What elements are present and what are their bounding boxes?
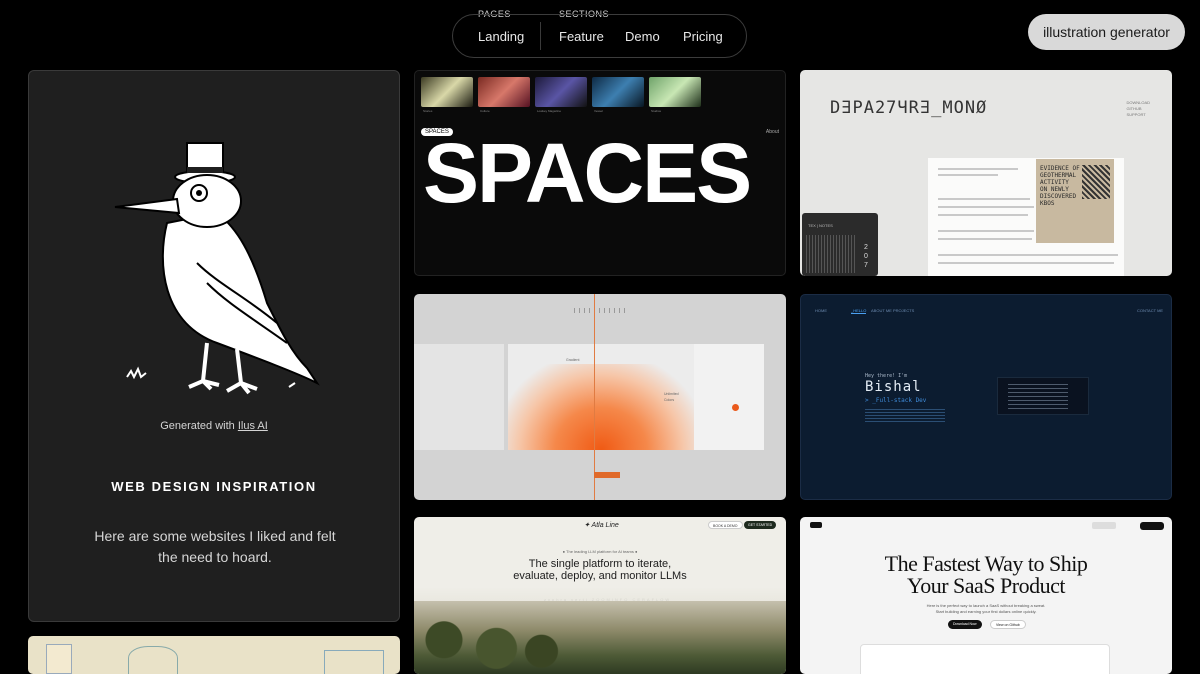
llm-subtitle: ● The leading LLM platform for AI teams … xyxy=(562,549,638,554)
spaces-caption: Studios xyxy=(651,109,662,113)
spaces-image-4 xyxy=(592,77,644,107)
saas-subtitle: Here is the perfect way to launch a SaaS… xyxy=(800,603,1172,615)
thumbnail-bishal-portfolio[interactable]: HOME _HELLO ABOUT ME PROJECTS CONTACT ME… xyxy=(800,294,1172,500)
saas-download-button: Download Now xyxy=(948,620,982,629)
letter-line xyxy=(938,198,1030,200)
letter-line xyxy=(938,254,1118,256)
bishal-nav-item: _HELLO xyxy=(851,308,867,314)
departure-menu-item: SUPPORT xyxy=(1126,112,1146,117)
departure-title: D∃PA27ЧR∃_MONØ xyxy=(830,98,988,118)
device-grid xyxy=(806,235,856,273)
bishal-nav-item: ABOUT ME xyxy=(871,308,892,313)
nav-link-demo[interactable]: Demo xyxy=(625,29,660,44)
letter-line xyxy=(938,206,1034,208)
saas-logo-icon xyxy=(810,522,822,528)
spaces-caption: Culture xyxy=(480,109,490,113)
thumbnail-partial[interactable] xyxy=(28,636,400,674)
gradient-sidebar xyxy=(414,344,504,450)
code-window-lines xyxy=(1008,384,1068,410)
saas-github-button: View on Github xyxy=(990,620,1026,629)
bishal-nav-item: HOME xyxy=(815,308,827,313)
bishal-name: Bishal xyxy=(865,379,922,395)
letter-line xyxy=(938,230,1034,232)
letter-line xyxy=(938,214,1028,216)
orange-gradient xyxy=(508,364,694,450)
gradient-label: Colors xyxy=(664,398,675,402)
thumbnail-departure-mono[interactable]: D∃PA27ЧR∃_MONØ DOWNLOAD GITHUB SUPPORT E… xyxy=(800,70,1172,276)
llm-logo: ✦ Atla Line xyxy=(584,522,619,529)
partial-illustration xyxy=(46,644,72,674)
saas-nav-pill xyxy=(1092,522,1116,529)
orange-guide-line xyxy=(594,294,595,500)
generated-credit: Generated with Ilus AI xyxy=(29,420,399,432)
hero-card: Generated with Ilus AI WEB DESIGN INSPIR… xyxy=(28,70,400,622)
spaces-image-5 xyxy=(649,77,701,107)
bishal-code-window xyxy=(997,377,1089,415)
nav-divider xyxy=(540,22,541,50)
bishal-nav-item: CONTACT ME xyxy=(1137,308,1164,313)
llm-title: The single platform to iterate, evaluate… xyxy=(414,558,786,582)
hero-description: Here are some websites I liked and felt … xyxy=(94,528,336,565)
llm-title-line: The single platform to iterate, xyxy=(528,558,672,570)
spaces-about: About xyxy=(765,129,779,135)
gradient-inspector xyxy=(694,344,764,450)
bishal-nav-item: PROJECTS xyxy=(893,308,915,313)
nav-link-feature[interactable]: Feature xyxy=(559,29,604,44)
nav-link-landing[interactable]: Landing xyxy=(478,29,524,44)
orange-button xyxy=(594,472,620,478)
llm-trees xyxy=(414,617,564,674)
spaces-caption: Stories xyxy=(423,109,433,113)
saas-title-line: The Fastest Way to Ship xyxy=(884,551,1088,576)
spaces-image-2 xyxy=(478,77,530,107)
saas-title: The Fastest Way to Ship Your SaaS Produc… xyxy=(800,553,1172,597)
spaces-image-1 xyxy=(421,77,473,107)
partial-flower xyxy=(128,646,178,674)
departure-menu: DOWNLOAD GITHUB SUPPORT xyxy=(1126,100,1150,118)
letter-line xyxy=(938,168,1018,170)
departure-note: EVIDENCE OF GEOTHERMAL ACTIVITY ON NEWLY… xyxy=(1036,159,1114,243)
nav-link-pricing[interactable]: Pricing xyxy=(683,29,723,44)
saas-preview-frame xyxy=(860,644,1110,674)
bishal-code-lines xyxy=(865,409,945,423)
ilus-ai-link[interactable]: Ilus AI xyxy=(238,420,268,432)
ruler-ticks xyxy=(574,308,626,313)
thumbnail-llm-platform[interactable]: ✦ Atla Line BOOK A DEMO GET STARTED ● Th… xyxy=(414,517,786,674)
qr-code-icon xyxy=(1082,165,1110,199)
letter-line xyxy=(938,174,998,176)
saas-subtitle-line: Start building and earning your first do… xyxy=(935,609,1037,614)
bishal-role: > _Full-stack Dev xyxy=(865,397,927,404)
spaces-caption: Lowkey Magazine xyxy=(537,109,562,113)
device-label: TEX | NOTES xyxy=(808,223,833,228)
saas-nav-button xyxy=(1140,522,1164,530)
color-picker-dot xyxy=(732,404,739,411)
partial-frame xyxy=(324,650,384,674)
generated-prefix: Generated with xyxy=(160,420,238,432)
llm-start-button: GET STARTED xyxy=(744,521,777,529)
spaces-caption: Vessel xyxy=(594,109,603,113)
saas-nav xyxy=(800,520,1172,532)
departure-device: TEX | NOTES 2 0 7 xyxy=(802,213,878,276)
hero-heading: WEB DESIGN INSPIRATION xyxy=(111,479,317,494)
spaces-title: SPACES xyxy=(423,126,752,220)
letter-line xyxy=(938,238,1032,240)
gradient-label: Gradient xyxy=(566,358,580,362)
illustration-generator-button[interactable]: illustration generator xyxy=(1028,14,1185,50)
llm-title-line: evaluate, deploy, and monitor LLMs xyxy=(513,570,687,582)
gradient-label: Unlimited xyxy=(664,392,679,396)
departure-note-text: EVIDENCE OF GEOTHERMAL ACTIVITY ON NEWLY… xyxy=(1040,165,1080,207)
llm-demo-button: BOOK A DEMO xyxy=(708,521,743,529)
spaces-image-3 xyxy=(535,77,587,107)
thumbnail-gradient-app[interactable]: Gradient Unlimited Colors xyxy=(414,294,786,500)
letter-line xyxy=(938,262,1114,264)
device-code: 2 0 7 xyxy=(864,244,868,269)
crow-illustration xyxy=(114,142,320,395)
thumbnail-spaces[interactable]: Stories Culture Lowkey Magazine Vessel S… xyxy=(414,70,786,276)
saas-title-line: Your SaaS Product xyxy=(907,573,1065,598)
thumbnail-saas-boilerplate[interactable]: The Fastest Way to Ship Your SaaS Produc… xyxy=(800,517,1172,674)
